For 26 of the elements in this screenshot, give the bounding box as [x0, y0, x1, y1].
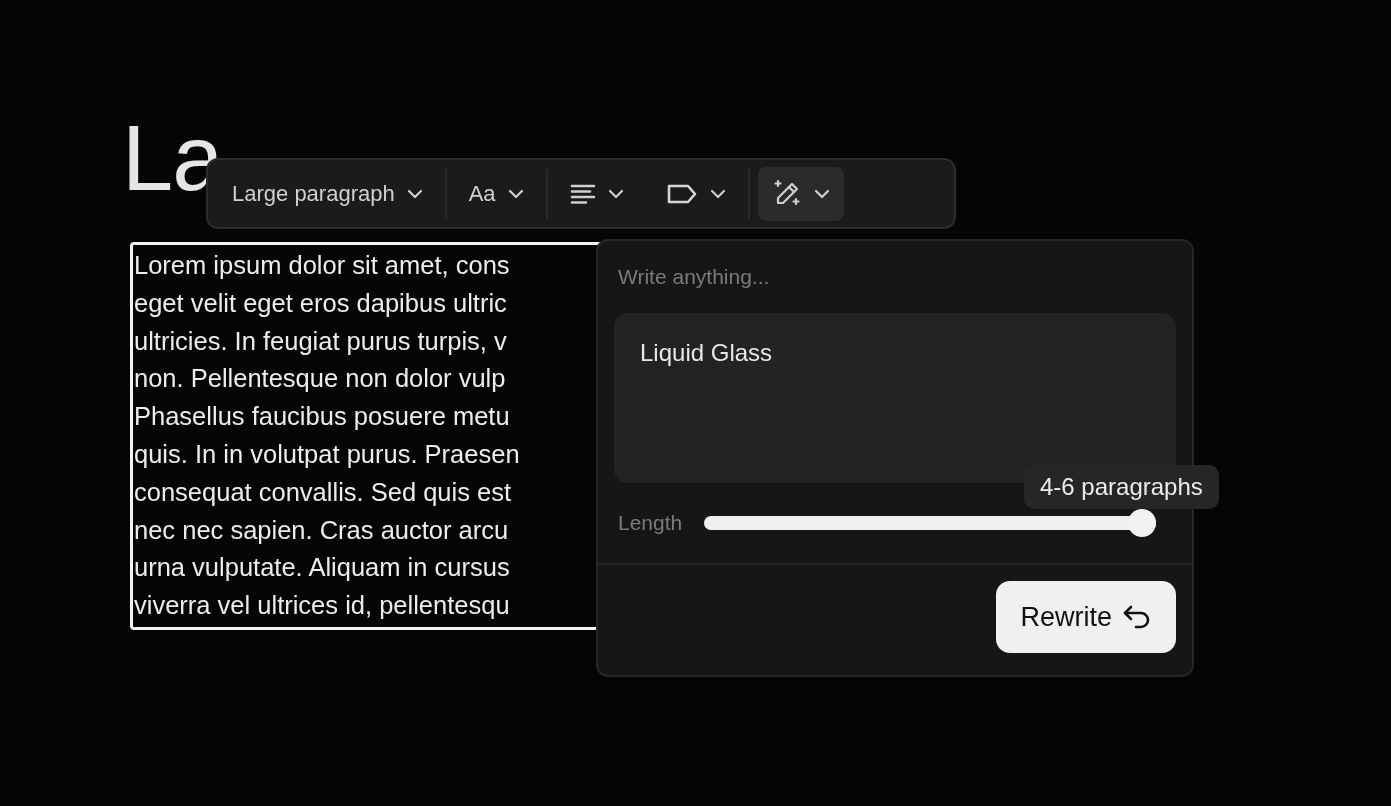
- paragraph-line: Lorem ipsum dolor sit amet, cons: [134, 250, 510, 281]
- ai-write-dropdown[interactable]: [757, 166, 844, 221]
- chevron-down-icon: [709, 188, 726, 199]
- paragraph-line: Phasellus faucibus posuere metu: [134, 401, 510, 433]
- toolbar-dropdown[interactable]: Large paragraph: [218, 166, 437, 221]
- prompt-field[interactable]: Write anything...: [614, 255, 1176, 299]
- paragraph-line: consequat convallis. Sed quis est: [134, 476, 512, 508]
- align-left-icon: [569, 183, 596, 204]
- paragraph-line: non. Pellentesque non dolor vulp: [134, 363, 506, 395]
- paragraph-line: viverra vel ultrices id, pellentesqu: [134, 590, 510, 622]
- chevron-down-icon: [607, 188, 624, 199]
- length-tooltip: 4-6 paragraphs: [1024, 465, 1219, 509]
- paragraph-line: quis. In in volutpat purus. Praesen: [134, 439, 520, 470]
- chevron-down-icon: [406, 188, 423, 199]
- paragraph-line: urna vulputate. Aliquam in cursus: [134, 552, 510, 584]
- chevron-down-icon: [507, 188, 524, 199]
- paragraph-line: nec nec sapien. Cras auctor arcu: [134, 514, 509, 546]
- rewrite-button[interactable]: Rewrite: [996, 581, 1176, 653]
- toolbar-dropdown[interactable]: Aa: [454, 166, 538, 221]
- paragraph-line: eget velit eget eros dapibus ultric: [134, 287, 507, 319]
- slider-thumb[interactable]: [1128, 509, 1156, 537]
- paragraph-line: ultricies. In feugiat purus turpis, v: [134, 325, 507, 357]
- chevron-down-icon: [813, 188, 830, 199]
- length-label: Length: [618, 511, 683, 535]
- length-slider[interactable]: [704, 509, 1156, 537]
- undo-arrow-icon: [1122, 604, 1152, 630]
